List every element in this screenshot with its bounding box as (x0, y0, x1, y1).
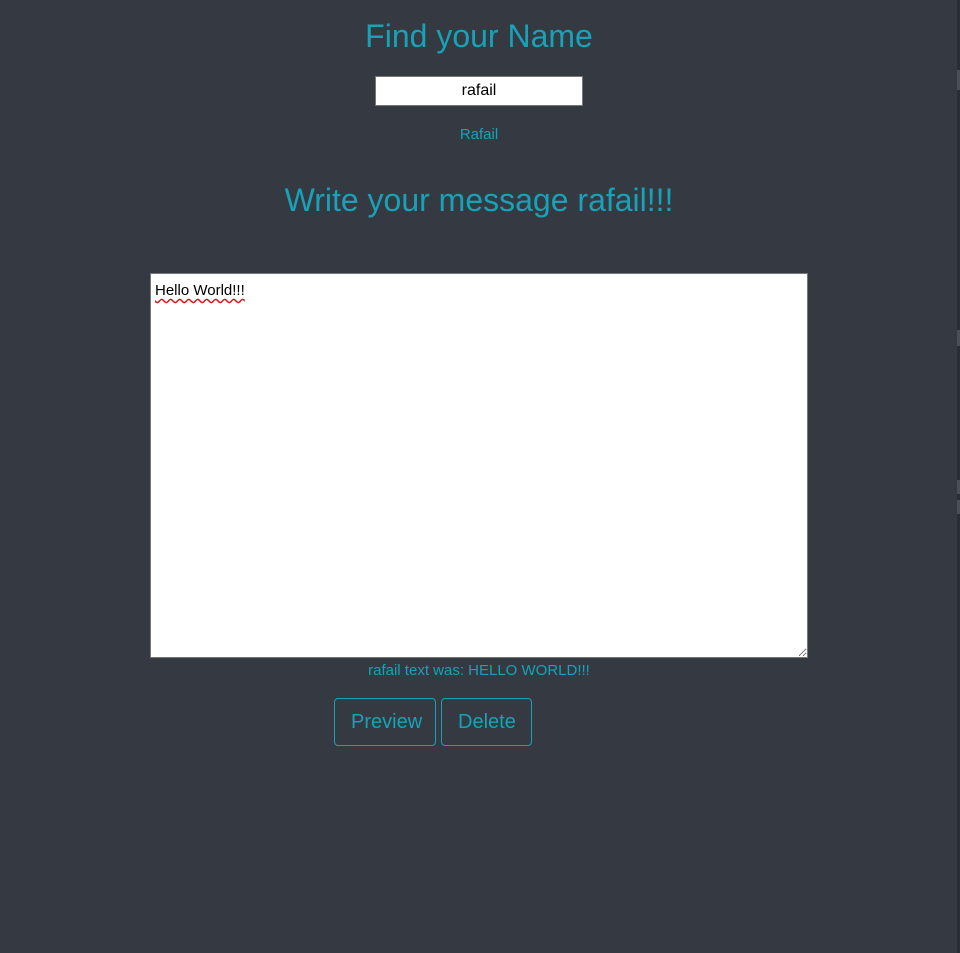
app-page: Find your Name Rafail Write your message… (0, 0, 960, 953)
preview-button[interactable]: Preview (334, 698, 436, 746)
message-title: Write your message rafail!!! (284, 182, 674, 218)
name-result: Rafail (459, 126, 499, 143)
page-title: Find your Name (365, 18, 593, 54)
preview-text: rafail text was: HELLO WORLD!!! (368, 662, 590, 679)
message-textarea[interactable]: Hello World!!! (150, 273, 808, 658)
name-input[interactable] (375, 76, 583, 106)
delete-button[interactable]: Delete (441, 698, 532, 746)
